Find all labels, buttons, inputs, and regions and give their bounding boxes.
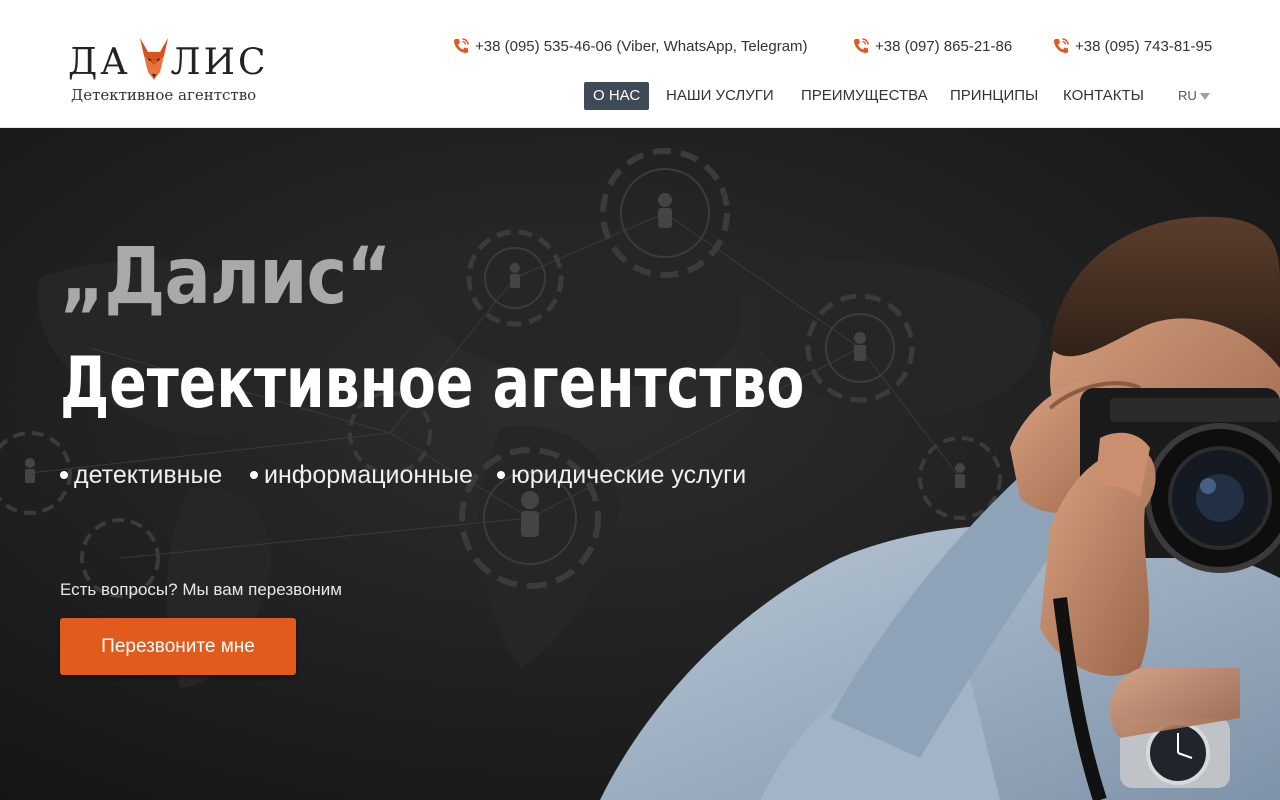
service-label: информационные <box>264 460 473 489</box>
phone-link-3[interactable]: +38 (095) 743-81-95 <box>1052 34 1212 58</box>
language-selector[interactable]: RU <box>1178 82 1210 110</box>
callback-prompt: Есть вопросы? Мы вам перезвоним <box>60 580 342 599</box>
hero-section: „Далис“ Детективное агентство детективны… <box>0 128 1280 800</box>
service-item: детективные <box>60 458 222 492</box>
bullet-icon <box>60 471 68 479</box>
nav-item-services[interactable]: НАШИ УСЛУГИ <box>666 82 774 110</box>
phone-number: +38 (095) 743-81-95 <box>1075 37 1213 55</box>
nav-item-about[interactable]: О НАС <box>584 82 650 110</box>
phone-number: +38 (097) 865-21-86 <box>875 37 1013 55</box>
service-item: информационные <box>250 458 473 492</box>
bullet-icon <box>497 471 505 479</box>
phone-list: +38 (095) 535-46-06 (Viber, WhatsApp, Te… <box>452 34 1232 58</box>
phone-number: +38 (095) 535-46-06 (Viber, WhatsApp, Te… <box>475 37 808 55</box>
callback-button[interactable]: Перезвоните мне <box>60 618 296 675</box>
service-label: юридические услуги <box>511 460 747 489</box>
fox-logo-icon <box>140 38 168 80</box>
service-label: детективные <box>74 460 223 489</box>
logo-title-right: ЛИС <box>170 42 269 83</box>
photographer-image <box>600 216 1280 800</box>
phone-icon <box>454 38 469 53</box>
phone-icon <box>1054 38 1069 53</box>
bullet-icon <box>250 471 258 479</box>
logo-title-left: ДА <box>68 42 131 83</box>
logo-subtitle: Детективное агентство <box>71 86 257 104</box>
site-header: ДА ЛИС Детективное агентство +38 (095) 53… <box>0 0 1280 128</box>
phone-link-1[interactable]: +38 (095) 535-46-06 (Viber, WhatsApp, Te… <box>452 34 808 58</box>
phone-icon <box>854 38 869 53</box>
hero-brand-quote: „Далис“ <box>60 232 391 322</box>
nav-item-advantages[interactable]: ПРЕИМУЩЕСТВА <box>801 82 928 110</box>
service-item: юридические услуги <box>497 458 746 492</box>
nav-item-principles[interactable]: ПРИНЦИПЫ <box>950 82 1038 110</box>
chevron-down-icon <box>1199 92 1210 100</box>
logo[interactable]: ДА ЛИС Детективное агентство <box>68 36 268 108</box>
language-label: RU <box>1178 88 1197 103</box>
nav-item-contacts[interactable]: КОНТАКТЫ <box>1063 82 1144 110</box>
hero-title: Детективное агентство <box>60 342 805 424</box>
phone-link-2[interactable]: +38 (097) 865-21-86 <box>852 34 1012 58</box>
